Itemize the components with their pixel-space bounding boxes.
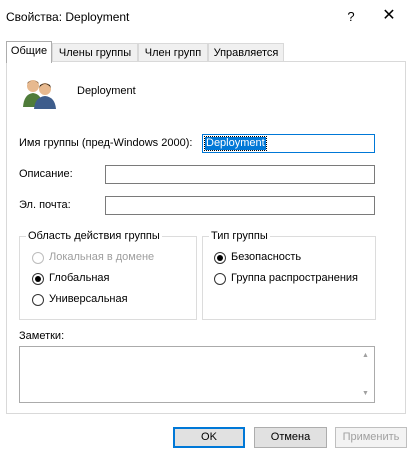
tab-managed-by[interactable]: Управляется [208, 43, 284, 62]
description-label: Описание: [19, 168, 73, 180]
group-type-box: Тип группы Безопасность Группа распростр… [202, 230, 376, 320]
description-field[interactable] [105, 165, 375, 184]
ok-button[interactable]: OK [173, 427, 245, 448]
group-scope-title: Область действия группы [26, 230, 162, 242]
scope-domain-local-radio[interactable] [32, 252, 44, 264]
group-type-title: Тип группы [209, 230, 270, 242]
type-security-radio[interactable] [214, 252, 226, 264]
email-field[interactable] [105, 196, 375, 215]
scope-domain-local-label: Локальная в домене [49, 251, 155, 263]
general-tab-panel: Deployment Имя группы (пред-Windows 2000… [6, 61, 406, 414]
cancel-button[interactable]: Отмена [254, 427, 327, 448]
type-distribution-radio[interactable] [214, 273, 226, 285]
group-name: Deployment [77, 85, 136, 97]
scroll-up-icon[interactable]: ▲ [357, 347, 374, 364]
window-title: Свойства: Deployment [6, 10, 130, 24]
scroll-down-icon[interactable]: ▼ [357, 385, 374, 402]
tab-members[interactable]: Члены группы [52, 43, 138, 62]
apply-button[interactable]: Применить [335, 427, 407, 448]
group-scope-box: Область действия группы Локальная в доме… [19, 230, 197, 320]
scope-global-radio[interactable] [32, 273, 44, 285]
pre2000-name-value: Deployment [204, 136, 267, 151]
notes-textarea[interactable]: ▲ ▼ [19, 346, 375, 403]
title-bar[interactable]: Свойства: Deployment ? ✕ [0, 0, 413, 34]
pre2000-label: Имя группы (пред-Windows 2000): [19, 137, 193, 149]
tab-member-of[interactable]: Член групп [138, 43, 208, 62]
scope-global-label: Глобальная [49, 272, 110, 284]
group-icon [23, 80, 56, 109]
pre2000-name-field[interactable]: Deployment [202, 134, 375, 153]
scope-universal-radio[interactable] [32, 294, 44, 306]
email-label: Эл. почта: [19, 199, 71, 211]
scope-universal-label: Универсальная [49, 293, 128, 305]
tab-general[interactable]: Общие [6, 41, 52, 63]
type-distribution-label: Группа распространения [231, 272, 358, 284]
type-security-label: Безопасность [231, 251, 302, 263]
help-icon[interactable]: ? [344, 9, 358, 24]
close-icon[interactable]: ✕ [378, 5, 400, 27]
notes-label: Заметки: [19, 330, 65, 342]
notes-scrollbar[interactable]: ▲ ▼ [357, 347, 374, 402]
